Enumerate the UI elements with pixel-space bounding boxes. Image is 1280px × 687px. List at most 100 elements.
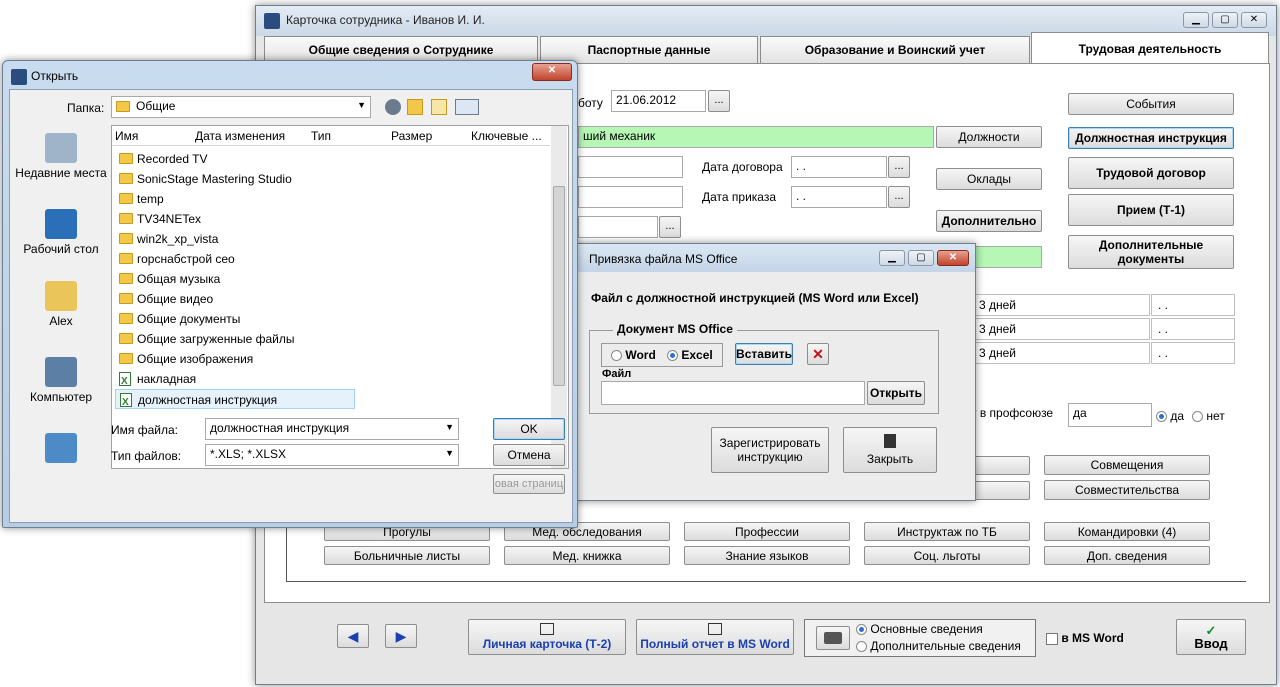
hire-date-field[interactable]: 21.06.2012 [611,90,706,112]
col-keywords[interactable]: Ключевые ... [471,129,542,143]
part-time-button[interactable]: Совместительства [1044,480,1210,500]
extra-info-button[interactable]: Доп. сведения [1044,546,1210,565]
excel-radio[interactable]: Excel [667,348,713,362]
department-field[interactable] [578,216,658,238]
additional-button[interactable]: Дополнительно [936,210,1042,232]
tab-employment[interactable]: Трудовая деятельность [1031,32,1269,64]
col-type[interactable]: Тип [311,129,331,143]
prev-record-button[interactable]: ◀ [337,624,369,648]
ms-word-checkbox[interactable]: в MS Word [1046,631,1124,645]
place-desktop[interactable]: Рабочий стол [13,209,109,256]
hidden-button-2[interactable] [968,481,1030,500]
languages-button[interactable]: Знание языков [684,546,850,565]
web-page-button[interactable]: овая страниц [493,474,565,494]
order-date-field[interactable]: . . [791,186,887,208]
contract-number-field[interactable] [578,156,683,178]
union-no-radio[interactable]: нет [1192,409,1225,423]
register-instruction-button[interactable]: Зарегистрировать инструкцию [711,427,829,473]
place-computer[interactable]: Компьютер [13,357,109,404]
department-picker-button[interactable]: ... [659,216,681,238]
hire-date-picker-button[interactable]: ... [708,90,730,112]
additional-documents-button[interactable]: Дополнительные документы [1068,235,1234,269]
list-item[interactable]: temp [115,189,355,209]
place-network[interactable] [13,433,109,466]
print-additional-radio[interactable]: Дополнительные сведения [856,639,1021,653]
personal-card-button[interactable]: Личная карточка (Т-2) [468,619,626,655]
union-yes-radio[interactable]: да [1156,409,1184,423]
list-item[interactable]: TV34NETex [115,209,355,229]
ok-button[interactable]: OK [493,418,565,440]
minimize-button[interactable]: ▁ [1183,12,1209,28]
business-trips-button[interactable]: Командировки (4) [1044,522,1210,541]
position-field[interactable]: ший механик [578,126,934,148]
combination-button[interactable]: Совмещения [1044,455,1210,475]
print-main-radio[interactable]: Основные сведения [856,622,983,636]
word-radio[interactable]: Word [611,348,656,362]
vertical-scrollbar[interactable] [551,126,567,468]
hire-t1-button[interactable]: Прием (Т-1) [1068,194,1234,226]
list-item[interactable]: Общие изображения [115,349,355,369]
close-button[interactable]: ✕ [532,63,572,81]
order-date-picker-button[interactable]: ... [888,186,910,208]
positions-button[interactable]: Должности [936,126,1042,148]
events-button[interactable]: События [1068,93,1234,115]
back-icon[interactable] [385,99,401,115]
close-dialog-button[interactable]: Закрыть [843,427,937,473]
place-recent[interactable]: Недавние места [13,133,109,180]
list-item[interactable]: Общие документы [115,309,355,329]
list-item[interactable]: Общие видео [115,289,355,309]
col-date[interactable]: Дата изменения [195,129,285,143]
union-yes-label: да [1170,409,1185,423]
close-button[interactable]: ✕ [1241,12,1267,28]
tab-education[interactable]: Образование и Воинский учет [760,36,1030,64]
vacation-date-cell[interactable]: . . [1151,318,1235,340]
job-instruction-button[interactable]: Должностная инструкция [1068,127,1234,149]
contract-date-field[interactable]: . . [791,156,887,178]
list-item[interactable]: горснабстрой сео [115,249,355,269]
hidden-button-1[interactable] [968,456,1030,475]
close-button[interactable]: ✕ [937,250,969,266]
maximize-button[interactable]: ▢ [1212,12,1238,28]
sick-leaves-button[interactable]: Больничные листы [324,546,490,565]
file-path-field[interactable] [601,381,865,405]
folder-select[interactable]: Общие ▼ [111,96,371,118]
filetype-select[interactable]: *.XLS; *.XLSX ▼ [205,444,459,466]
next-record-button[interactable]: ▶ [385,624,417,648]
maximize-button[interactable]: ▢ [908,250,934,266]
medical-book-button[interactable]: Мед. книжка [504,546,670,565]
salaries-button[interactable]: Оклады [936,168,1042,190]
place-user[interactable]: Alex [13,281,109,328]
up-folder-icon[interactable] [407,99,423,115]
full-report-button[interactable]: Полный отчет в MS Word [636,619,794,655]
delete-x-button[interactable]: ✕ [807,343,829,365]
col-size[interactable]: Размер [391,129,432,143]
vacation-date-cell[interactable]: . . [1151,294,1235,316]
print-button[interactable] [816,626,850,650]
list-item[interactable]: Общие загруженные файлы [115,329,355,349]
social-benefits-button[interactable]: Соц. льготы [864,546,1030,565]
contract-date-picker-button[interactable]: ... [888,156,910,178]
list-item[interactable]: Общая музыка [115,269,355,289]
minimize-button[interactable]: ▁ [879,250,905,266]
col-name[interactable]: Имя [115,129,138,143]
scrollbar-thumb[interactable] [553,186,565,386]
list-item[interactable]: Recorded TV [115,149,355,169]
enter-button[interactable]: ✓ Ввод [1176,619,1246,655]
list-item[interactable]: win2k_xp_vista [115,229,355,249]
views-menu-icon[interactable] [455,99,479,115]
list-item[interactable]: SonicStage Mastering Studio [115,169,355,189]
union-field[interactable]: да [1068,403,1152,427]
list-item[interactable]: накладная [115,369,355,392]
filename-field[interactable]: должностная инструкция ▼ [205,418,459,440]
order-number-field[interactable] [578,186,683,208]
green-field-2[interactable] [966,246,1042,268]
labor-contract-button[interactable]: Трудовой договор [1068,157,1234,189]
new-folder-icon[interactable] [431,99,447,115]
professions-button[interactable]: Профессии [684,522,850,541]
vacation-date-cell[interactable]: . . [1151,342,1235,364]
list-item-selected[interactable]: должностная инструкция [115,389,355,413]
insert-button[interactable]: Вставить [735,343,793,365]
open-file-button[interactable]: Открыть [867,381,925,405]
cancel-button[interactable]: Отмена [493,444,565,466]
safety-briefing-button[interactable]: Инструктаж по ТБ [864,522,1030,541]
